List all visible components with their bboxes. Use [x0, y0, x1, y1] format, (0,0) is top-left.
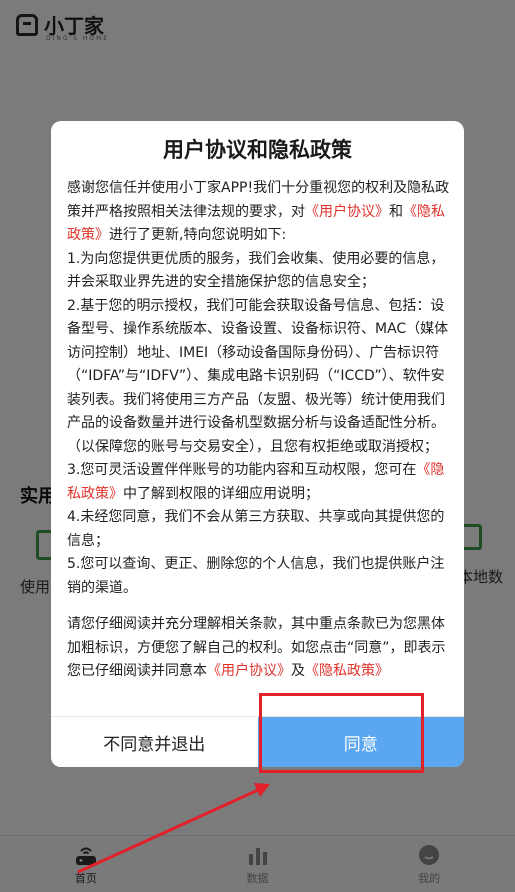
outro-and: 及: [291, 663, 305, 679]
privacy-policy-link-3[interactable]: 《隐私政策》: [305, 663, 389, 679]
item-3-text-b: 中了解到权限的详细应用说明；: [123, 485, 319, 502]
item-3: 3.您可灵活设置伴伴账号的功能内容和互动权限，您可在《隐私政策》中了解到权限的详…: [67, 459, 450, 506]
outro-paragraph: 请您仔细阅读并充分理解相关条款，其中重点条款已为您黑体加粗标识，方便您了解自己的…: [67, 613, 450, 684]
user-agreement-link-2[interactable]: 《用户协议》: [207, 663, 291, 679]
decline-exit-button[interactable]: 不同意并退出: [51, 717, 258, 767]
user-agreement-link[interactable]: 《用户协议》: [305, 204, 389, 220]
item-5: 5.您可以查询、更正、删除您的个人信息，我们也提供账户注销的渠道。: [67, 556, 445, 596]
item-3-text-a: 3.您可灵活设置伴伴账号的功能内容和互动权限，您可在: [67, 462, 417, 478]
dialog-title: 用户协议和隐私政策: [163, 138, 352, 162]
intro-paragraph: 感谢您信任并使用小丁家APP!我们十分重视您的权利及隐私政策并严格按照相关法律法…: [67, 177, 450, 248]
intro-text-b: 进行了更新,特向您说明如下:: [109, 227, 287, 243]
agree-button[interactable]: 同意: [257, 717, 464, 767]
dialog-body[interactable]: 感谢您信任并使用小丁家APP!我们十分重视您的权利及隐私政策并严格按照相关法律法…: [67, 177, 450, 715]
item-2: 2.基于您的明示授权，我们可能会获取设备号信息、包括：设备型号、操作系统版本、设…: [67, 297, 449, 455]
item-4: 4.未经您同意，我们不会从第三方获取、共享或向其提供您的信息；: [67, 509, 445, 549]
dialog-actions: 不同意并退出 同意: [51, 716, 464, 767]
privacy-dialog: 用户协议和隐私政策 感谢您信任并使用小丁家APP!我们十分重视您的权利及隐私政策…: [51, 121, 464, 767]
intro-and: 和: [389, 203, 403, 220]
item-1: 1.为向您提供更优质的服务，我们会收集、使用必要的信息，并会采取业界先进的安全措…: [67, 250, 445, 291]
